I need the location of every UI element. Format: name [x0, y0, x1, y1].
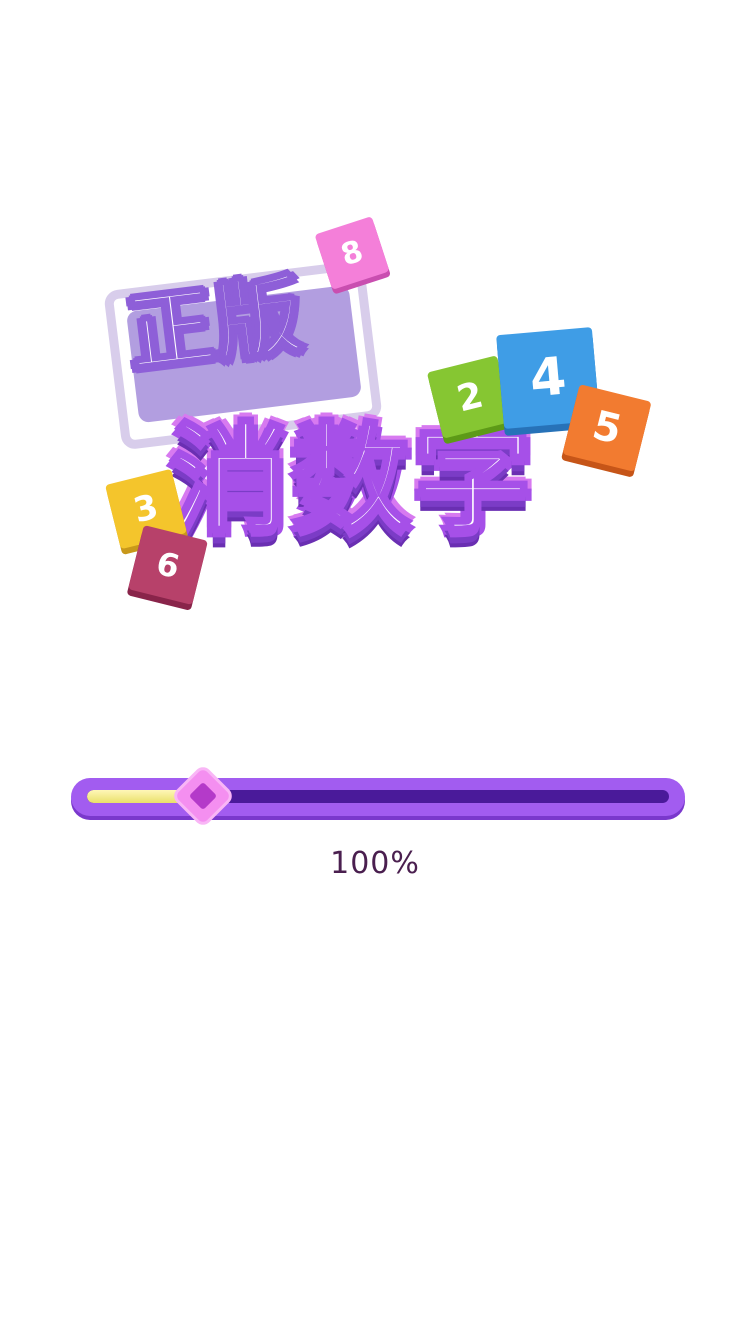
- game-logo: 正版 消数字 8 2 4 5 3 6: [0, 0, 750, 700]
- logo-title-main: 消数字: [168, 410, 537, 548]
- logo-title-top: 正版: [121, 263, 311, 387]
- number-tile-5: 5: [562, 384, 652, 472]
- loading-progress-bar: [71, 778, 685, 816]
- loading-percent-label: 100%: [330, 846, 420, 881]
- number-tile-6: 6: [127, 524, 209, 606]
- loading-progress-knob-gem: [189, 781, 218, 811]
- loading-progress-track: [87, 790, 669, 803]
